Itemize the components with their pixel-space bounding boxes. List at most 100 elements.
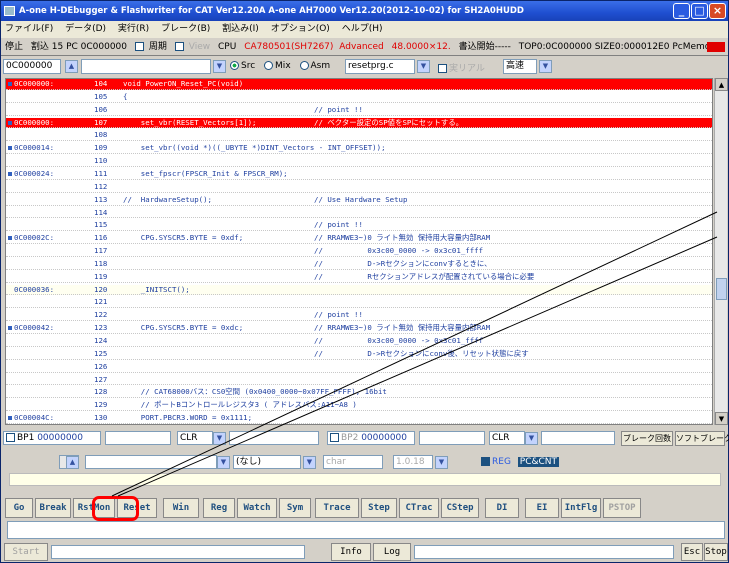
breakpoint-marker-icon[interactable] — [8, 326, 12, 331]
bp2-clr-dropdown-icon[interactable]: ▼ — [525, 432, 538, 445]
break-count-button[interactable]: ブレーク回数 — [621, 431, 673, 446]
code-row[interactable]: 121 — [6, 297, 712, 309]
bp2-field[interactable]: BP2 00000000 — [327, 431, 415, 445]
address-input[interactable]: 0C000000 — [3, 59, 61, 74]
code-row[interactable]: 128 // CAT68000バス：CS0空間 (0x0400_0000~0x0… — [6, 387, 712, 399]
go-button[interactable]: Go — [5, 498, 33, 518]
close-button[interactable]: × — [709, 3, 726, 19]
esc-button[interactable]: Esc — [681, 543, 703, 561]
code-row[interactable]: 115 // point !! — [6, 220, 712, 232]
source-code-view[interactable]: 0C000000: 104 void PowerON_Reset_PC(void) 1… — [5, 78, 713, 425]
address-spin[interactable]: ▲ — [65, 60, 78, 73]
code-row[interactable]: 0C000000: 107 set_vbr(RESET_Vectors[1]); /… — [6, 117, 712, 129]
start-button[interactable]: Start — [4, 543, 48, 561]
stop-button[interactable]: Stop — [704, 543, 728, 561]
source-file-select[interactable]: resetprg.c — [345, 59, 415, 74]
menu-break[interactable]: ブレーク(B) — [161, 24, 210, 34]
speed-select[interactable]: 高速 — [503, 59, 537, 74]
break-button[interactable]: Break — [35, 498, 71, 518]
bp2-checkbox[interactable] — [330, 433, 339, 442]
info-button[interactable]: Info — [331, 543, 371, 561]
size-select[interactable]: 1.0.18 — [393, 455, 433, 469]
view-checkbox[interactable] — [174, 42, 184, 51]
code-row[interactable]: 129 // ポートBコントロールレジスタ3 ( アドレスバス:A11~A8 ) — [6, 400, 712, 412]
trace-button[interactable]: Trace — [315, 498, 359, 518]
realtime-checkbox[interactable] — [438, 64, 447, 73]
breakpoint-marker-icon[interactable] — [8, 146, 12, 151]
log-dropdown-icon[interactable]: ▼ — [217, 456, 230, 469]
command-input[interactable] — [7, 521, 725, 539]
log-field[interactable] — [85, 455, 217, 469]
reg-checkbox[interactable] — [481, 457, 490, 466]
scroll-up-icon[interactable]: ▲ — [715, 78, 728, 91]
bp1-extra[interactable] — [229, 431, 319, 445]
bp1-clr-dropdown-icon[interactable]: ▼ — [213, 432, 226, 445]
step-button[interactable]: Step — [361, 498, 397, 518]
watch-button[interactable]: Watch — [237, 498, 277, 518]
src-radio[interactable] — [230, 61, 239, 70]
type-select[interactable]: char — [323, 455, 383, 469]
code-row[interactable]: 110 — [6, 156, 712, 167]
source-scrollbar[interactable]: ▲ ▼ — [714, 78, 728, 425]
code-row[interactable]: 0C00002C: 116 CPG.SYSCR5.BYTE = 0xdf; // R… — [6, 233, 712, 245]
menu-interrupt[interactable]: 割込み(I) — [222, 24, 259, 34]
pstop-button[interactable]: PSTOP — [603, 498, 641, 518]
scroll-thumb[interactable] — [716, 278, 727, 300]
reg-button[interactable]: Reg — [203, 498, 235, 518]
start-field[interactable] — [51, 545, 305, 559]
symbol-dropdown-icon[interactable]: ▼ — [213, 60, 226, 73]
code-row[interactable]: 112 — [6, 182, 712, 193]
code-row[interactable]: 0C000014: 109 set_vbr((void *)((_UBYTE *)… — [6, 143, 712, 155]
breakpoint-marker-icon[interactable] — [8, 416, 12, 421]
menu-option[interactable]: オプション(O) — [271, 24, 330, 34]
size-dropdown-icon[interactable]: ▼ — [435, 456, 448, 469]
code-row[interactable]: 105 { — [6, 92, 712, 103]
scroll-down-icon[interactable]: ▼ — [715, 412, 728, 425]
mix-radio[interactable] — [264, 61, 274, 70]
bp1-checkbox[interactable] — [6, 433, 15, 442]
code-row[interactable]: 117 // 0x3c00_0000 -> 0x3c01_ffff — [6, 246, 712, 257]
code-row[interactable]: 0C000042: 123 CPG.SYSCR5.BYTE = 0xdc; // R… — [6, 323, 712, 335]
code-row[interactable]: 0C000000: 104 void PowerON_Reset_PC(void) — [6, 79, 712, 90]
bp1-field[interactable]: BP1 00000000 — [3, 431, 101, 445]
code-row[interactable]: 0C000036: 120 _INITSCT(); — [6, 284, 712, 296]
menu-help[interactable]: ヘルプ(H) — [342, 24, 383, 34]
minimize-button[interactable]: _ — [673, 3, 690, 19]
intflg-button[interactable]: IntFlg — [561, 498, 601, 518]
ei-button[interactable]: EI — [525, 498, 559, 518]
code-row[interactable]: 0C00004C: 130 PORT.PBCR3.WORD = 0x1111; — [6, 413, 712, 424]
sym-button[interactable]: Sym — [279, 498, 311, 518]
asm-radio[interactable] — [299, 61, 309, 70]
win-button[interactable]: Win — [163, 498, 199, 518]
cstep-button[interactable]: CStep — [441, 498, 479, 518]
symbol-select[interactable] — [81, 59, 211, 74]
menu-run[interactable]: 実行(R) — [118, 24, 149, 34]
bp2-clr-select[interactable]: CLR — [489, 431, 525, 445]
code-row[interactable]: 124 // 0x3c00_0000 -> 0x3c01_ffff — [6, 336, 712, 347]
code-row[interactable]: 126 — [6, 362, 712, 373]
ctrac-button[interactable]: CTrac — [399, 498, 439, 518]
log-path-field[interactable] — [414, 545, 674, 559]
log-target-select[interactable]: (なし) — [233, 455, 301, 469]
log-spin-icon[interactable]: ▲ — [66, 456, 79, 469]
menu-data[interactable]: データ(D) — [65, 24, 106, 34]
code-row[interactable]: 118 // D->Rセクションにconvするときに、 — [6, 259, 712, 270]
breakpoint-marker-icon[interactable] — [8, 82, 12, 86]
file-dropdown-icon[interactable]: ▼ — [417, 60, 430, 73]
code-row[interactable]: 106 // point !! — [6, 105, 712, 116]
bp2-condition[interactable] — [419, 431, 485, 445]
code-row[interactable]: 125 // D->Rセクションにconv後、リセット状態に戻す — [6, 349, 712, 360]
breakpoint-marker-icon[interactable] — [8, 236, 12, 241]
code-row[interactable]: 0C000024: 111 set_fpscr(FPSCR_Init & FPSC… — [6, 169, 712, 180]
di-button[interactable]: DI — [485, 498, 519, 518]
log-target-dropdown-icon[interactable]: ▼ — [303, 456, 316, 469]
code-row[interactable]: 122 // point !! — [6, 310, 712, 322]
code-row[interactable]: 108 — [6, 130, 712, 142]
period-checkbox[interactable] — [134, 42, 144, 51]
speed-dropdown-icon[interactable]: ▼ — [539, 60, 552, 73]
bp2-extra[interactable] — [541, 431, 615, 445]
bp1-condition[interactable] — [105, 431, 171, 445]
code-row[interactable]: 113 // HardwareSetup(); // Use Hardware Se… — [6, 195, 712, 206]
menu-file[interactable]: ファイル(F) — [5, 24, 53, 34]
code-row[interactable]: 119 // Rセクションアドレスが配置されている場合に必要 — [6, 272, 712, 283]
